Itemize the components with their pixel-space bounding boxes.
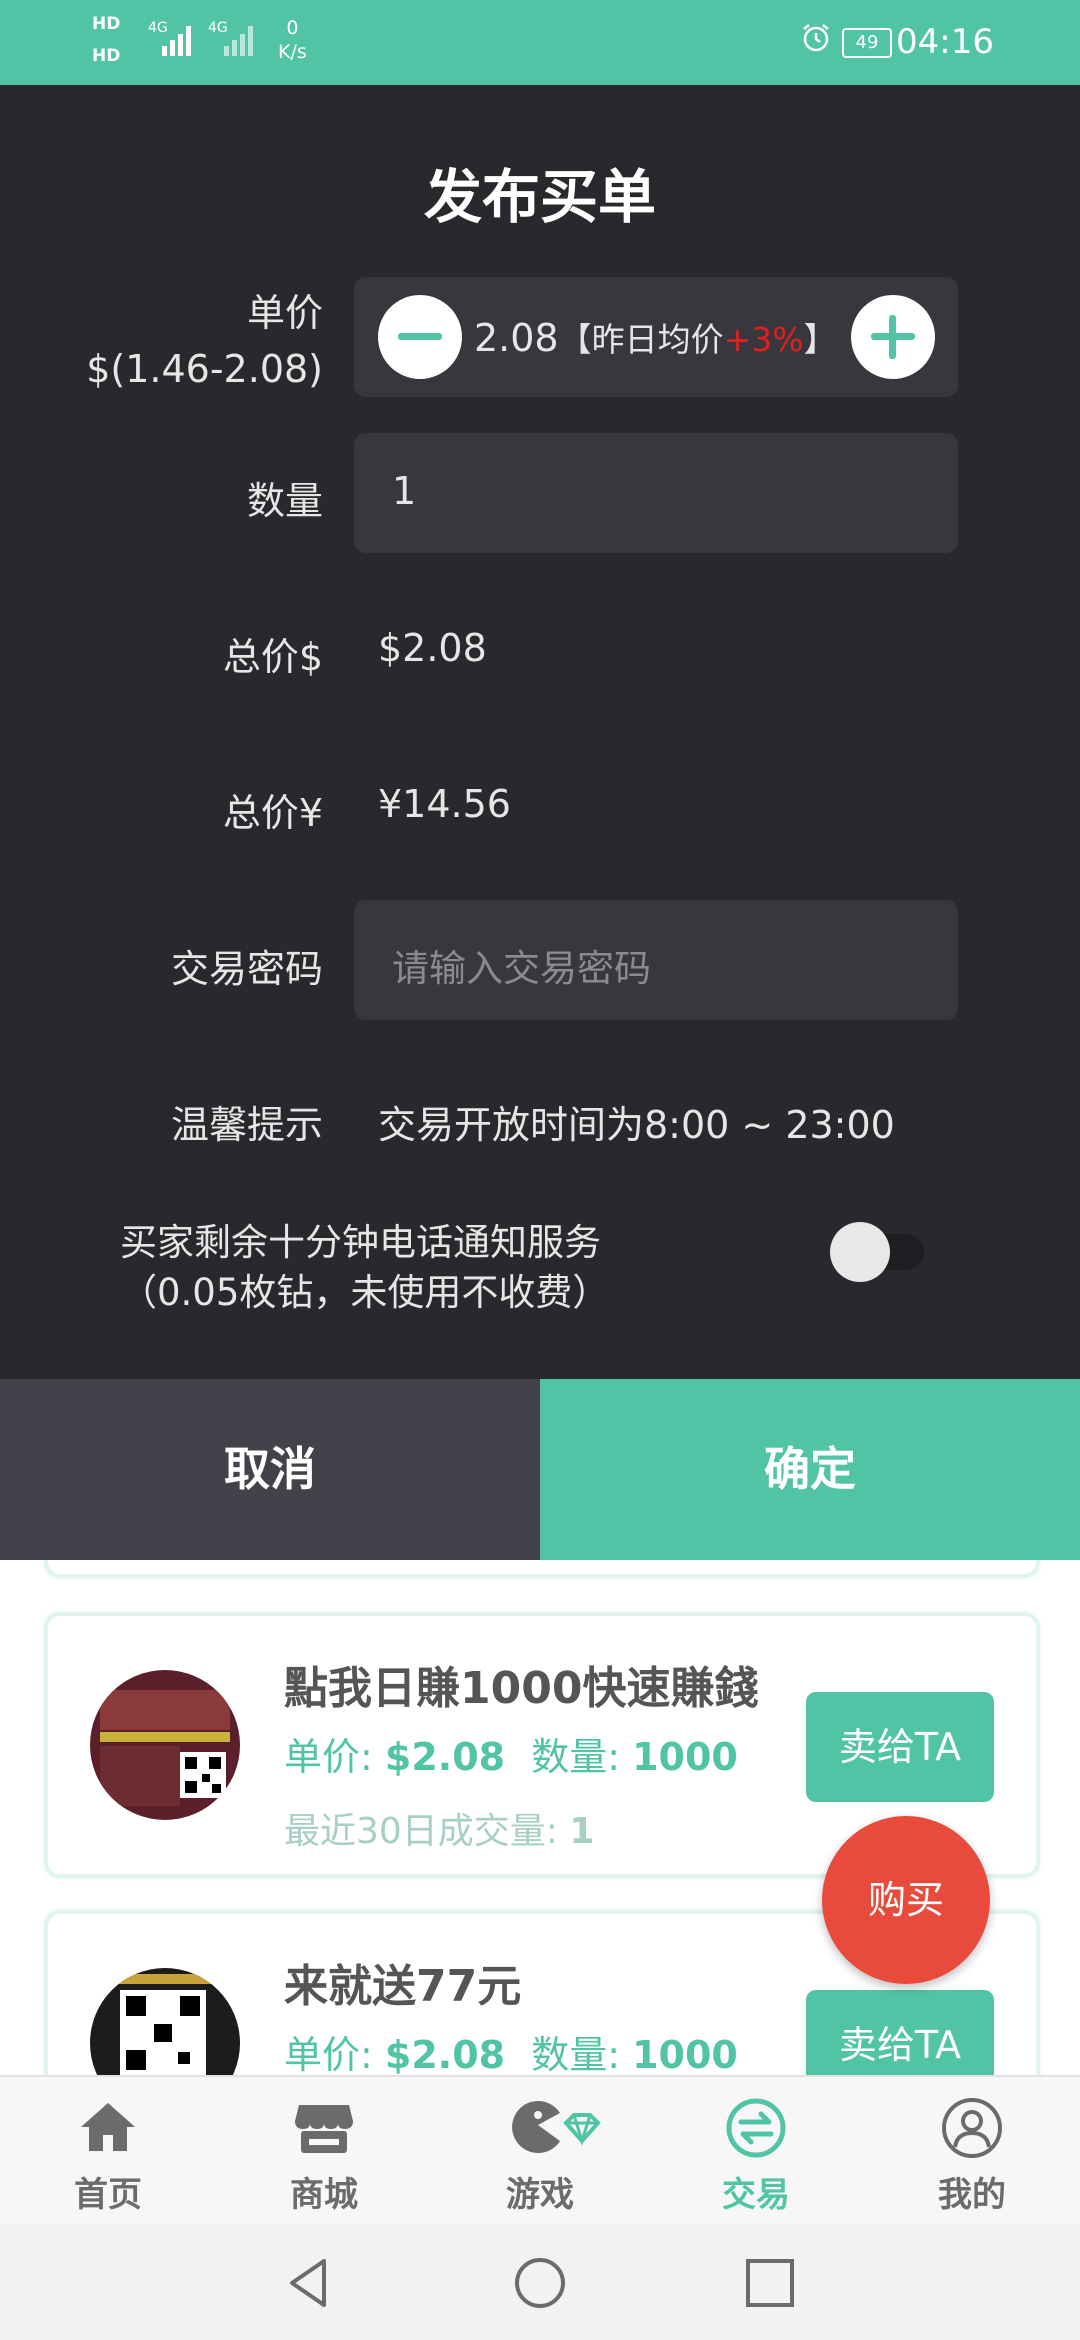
phone-notify-line1: 买家剩余十分钟电话通知服务 xyxy=(120,1221,601,1264)
cancel-button[interactable]: 取消 xyxy=(0,1379,540,1560)
qty-label: 数量: xyxy=(531,1735,633,1779)
nav-item-store[interactable]: 商城 xyxy=(216,2077,432,2225)
hd-indicator-1: HD xyxy=(92,14,121,34)
quantity-value: 1 xyxy=(392,469,417,513)
listing-title: 點我日賺1000快速賺錢 xyxy=(284,1663,759,1714)
price-label: 单价: xyxy=(284,2033,385,2075)
alarm-icon xyxy=(803,24,829,52)
avatar-image xyxy=(90,1968,240,2075)
quantity-input[interactable]: 1 xyxy=(354,433,958,553)
listing-price-qty: 单价: $2.08 数量: 1000 xyxy=(284,1726,738,1781)
nav-label-trade: 交易 xyxy=(722,2175,790,2215)
hd-indicator-2: HD xyxy=(92,46,121,66)
total-usd-value: $2.08 xyxy=(378,626,487,670)
recents-icon[interactable] xyxy=(742,2255,798,2311)
phone-notify-line2: （0.05枚钻，未使用不收费） xyxy=(120,1271,610,1314)
unit-price-range: $(1.46-2.08) xyxy=(86,347,323,391)
signal-icon-1 xyxy=(162,26,191,56)
sell-to-buyer-button[interactable]: 卖给TA xyxy=(806,1692,994,1802)
avg-price-prefix: 【昨日均价 xyxy=(558,320,724,359)
avatar-image xyxy=(90,1670,240,1820)
home-circle-icon[interactable] xyxy=(512,2255,568,2311)
minus-icon xyxy=(398,333,442,340)
status-bar: HD HD 4G 4G 0 K/s 49 04:16 xyxy=(0,0,1080,85)
decrease-button[interactable] xyxy=(378,295,462,379)
trade-password-field[interactable]: 请输入交易密码 xyxy=(354,900,958,1020)
signal-icon-2 xyxy=(224,26,253,56)
nav-label-store: 商城 xyxy=(290,2175,358,2215)
price-value: $2.08 xyxy=(384,1735,506,1779)
listing-avatar xyxy=(90,1670,240,1820)
nav-label-profile: 我的 xyxy=(938,2175,1006,2215)
listing-volume: 最近30日成交量: 1 xyxy=(284,1802,594,1854)
exchange-icon xyxy=(726,2098,786,2158)
sell-to-buyer-button[interactable]: 卖给TA xyxy=(806,1990,994,2075)
profile-icon xyxy=(942,2098,1002,2158)
total-cny-value: ¥14.56 xyxy=(378,782,511,826)
unit-price-label-group: 单价 $(1.46-2.08) xyxy=(23,285,323,397)
dialog-title: 发布买单 xyxy=(423,163,656,231)
buy-fab-button[interactable]: 购买 xyxy=(822,1816,990,1984)
qty-value: 1000 xyxy=(632,1735,738,1779)
nav-label-home: 首页 xyxy=(74,2175,142,2215)
nav-item-game[interactable]: 游戏 xyxy=(432,2077,648,2225)
nav-item-home[interactable]: 首页 xyxy=(0,2077,216,2225)
confirm-button[interactable]: 确定 xyxy=(540,1379,1080,1560)
listing-price-qty: 单价: $2.08 数量: 1000 xyxy=(284,2024,738,2075)
increase-button[interactable] xyxy=(851,295,935,379)
qty-label: 数量: xyxy=(531,2033,633,2075)
volume-label: 最近30日成交量: xyxy=(284,1811,570,1852)
tip-text: 交易开放时间为8:00 ~ 23:00 xyxy=(378,1103,895,1147)
speed-unit: K/s xyxy=(278,41,307,63)
nav-item-trade[interactable]: 交易 xyxy=(648,2077,864,2225)
toggle-knob xyxy=(830,1222,890,1282)
tip-label: 温馨提示 xyxy=(170,1103,323,1147)
game-icon xyxy=(512,2101,601,2153)
phone-notify-toggle[interactable] xyxy=(830,1222,930,1282)
list-item-partial xyxy=(44,1560,1040,1578)
network-speed: 0 K/s xyxy=(278,16,307,64)
system-navigation-bar xyxy=(0,2223,1080,2340)
price-label: 单价: xyxy=(284,1735,385,1779)
back-icon[interactable] xyxy=(282,2255,338,2311)
store-icon xyxy=(295,2105,353,2153)
price-value: $2.08 xyxy=(384,2033,506,2075)
qty-value: 1000 xyxy=(632,2033,738,2075)
trade-password-placeholder: 请输入交易密码 xyxy=(392,947,651,990)
trade-password-label: 交易密码 xyxy=(170,947,323,991)
total-usd-label: 总价$ xyxy=(222,635,323,679)
bottom-nav: 首页 商城 游戏 交易 我的 xyxy=(0,2075,1080,2225)
volume-value: 1 xyxy=(569,1811,595,1852)
home-icon xyxy=(81,2103,135,2151)
plus-icon xyxy=(871,315,915,359)
avg-price-suffix: 】 xyxy=(803,320,837,359)
battery-indicator: 49 xyxy=(842,28,892,58)
unit-price-display: 2.08【昨日均价+3%】 xyxy=(474,313,837,361)
listing-avatar xyxy=(90,1968,240,2075)
speed-value: 0 xyxy=(286,17,299,39)
quantity-label: 数量 xyxy=(246,479,323,523)
nav-item-profile[interactable]: 我的 xyxy=(864,2077,1080,2225)
nav-label-game: 游戏 xyxy=(506,2175,574,2215)
unit-price-value: 2.08 xyxy=(474,316,559,360)
total-cny-label: 总价¥ xyxy=(222,791,323,835)
unit-price-label: 单价 xyxy=(246,291,323,335)
unit-price-stepper: 2.08【昨日均价+3%】 xyxy=(354,277,958,397)
phone-notify-description: 买家剩余十分钟电话通知服务 （0.05枚钻，未使用不收费） xyxy=(120,1218,760,1318)
listing-title: 来就送77元 xyxy=(284,1961,522,2012)
avg-price-change: +3% xyxy=(723,320,804,359)
clock: 04:16 xyxy=(896,22,994,62)
